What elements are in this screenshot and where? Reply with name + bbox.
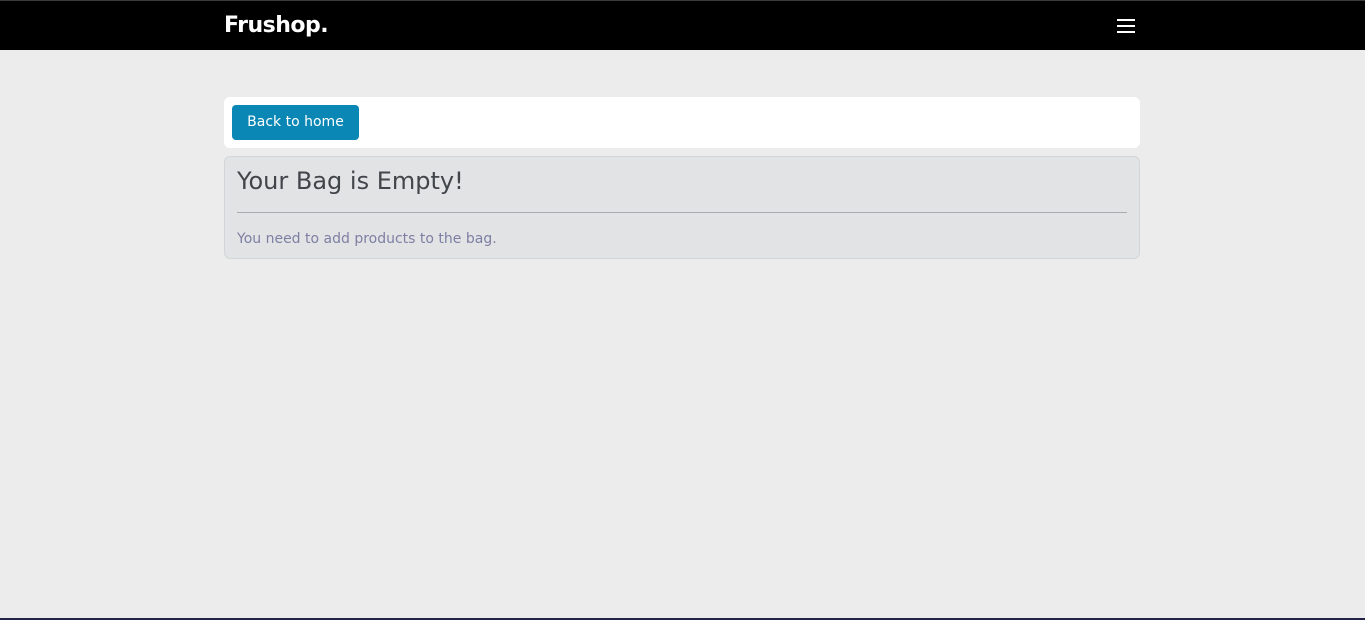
menu-bar-middle — [1117, 25, 1135, 27]
menu-bar-bottom — [1117, 31, 1135, 33]
hamburger-menu-icon[interactable] — [1114, 17, 1138, 37]
alert-divider — [237, 212, 1127, 213]
brand-logo[interactable]: Frushop. — [224, 11, 329, 41]
back-to-home-button[interactable]: Back to home — [232, 105, 359, 140]
menu-bar-top — [1117, 19, 1135, 21]
toolbar-card: Back to home — [224, 97, 1140, 148]
empty-bag-alert: Your Bag is Empty! You need to add produ… — [224, 156, 1140, 259]
top-navbar: Frushop. — [0, 0, 1365, 50]
alert-title: Your Bag is Empty! — [237, 167, 464, 195]
alert-message: You need to add products to the bag. — [237, 231, 497, 247]
